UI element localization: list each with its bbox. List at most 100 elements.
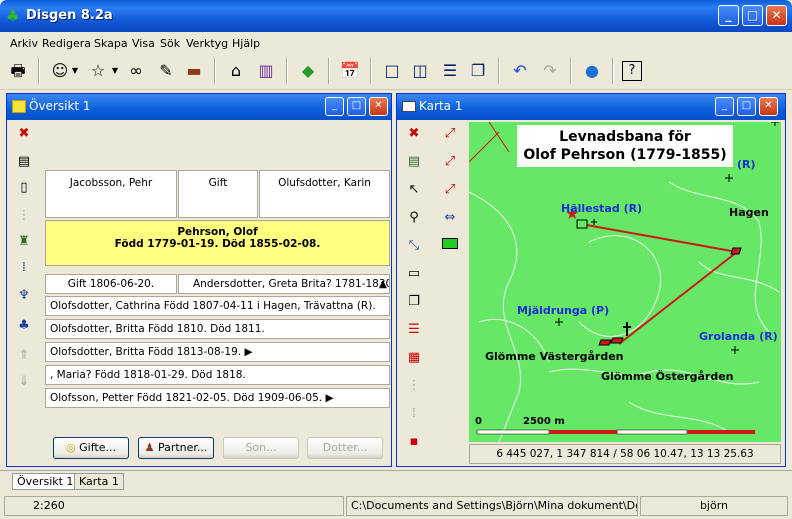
undo-icon[interactable]: ↶ [508,59,532,83]
child-row[interactable]: Olofsson, Petter Född 1821-02-05. Död 19… [45,388,390,408]
place-glomme-vastergarden[interactable]: Glömme Västergården [485,350,623,363]
route-edit-icon[interactable]: ⤢ [439,180,461,200]
overview-close-button[interactable]: ✕ [369,97,388,116]
delete-icon[interactable]: ✖ [13,124,35,144]
scroll-up-icon[interactable]: ▲ [379,275,387,293]
tab-oversikt[interactable]: Översikt 1 [12,473,79,490]
document-icon[interactable]: ▯ [13,178,35,198]
toolbar-separator [328,58,330,84]
toolbar-separator [370,58,372,84]
main-person-cell[interactable]: Pehrson, Olof Född 1779-01-19. Död 1855-… [45,220,390,266]
overview-maximize-button[interactable]: □ [347,97,366,116]
up-disabled-icon: ⇑ [18,348,30,363]
child-row[interactable]: , Maria? Född 1818-01-29. Död 1818. [45,365,390,385]
father-cell[interactable]: Jacobsson, Pehr [45,170,177,218]
red-list-icon[interactable]: ☰ [403,320,425,340]
ruler-icon[interactable]: ▭ [403,264,425,284]
layout-cascade-icon[interactable]: ❐ [466,59,490,83]
app-tree-icon: ♣ [6,7,20,25]
status-bar: 2:260 C:\Documents and Settings\Björn\Mi… [0,494,792,519]
map-minimize-button[interactable]: _ [715,97,734,116]
descendants-icon[interactable]: ♆ [13,286,35,306]
help-icon[interactable]: ? [622,61,642,81]
place-glomme-ostergarden[interactable]: Glömme Östergården [601,370,734,383]
menu-redigera[interactable]: Redigera [42,37,91,50]
pointer-icon[interactable]: ↖ [403,180,425,200]
person-star-icon[interactable]: ☆ [86,59,110,83]
scale-zero: 0 [475,416,482,427]
place-r-partial[interactable]: (R) [737,158,756,171]
gifte-button[interactable]: ◎ Gifte... [53,437,129,459]
route-icon[interactable]: ⤢ [439,124,461,144]
maximize-button[interactable]: □ [742,5,763,26]
map-canvas[interactable]: ★ Levnadsbana för Olof Pehrson (1779-185… [469,122,781,442]
map-heading-line2: Olof Pehrson (1779-1855) [523,147,727,163]
delete-icon[interactable]: ✖ [403,124,425,144]
person-icon[interactable]: ☺ [48,59,72,83]
menu-hjalp[interactable]: Hjälp [232,37,260,50]
child-row[interactable]: Olofsdotter, Britta Född 1810. Död 1811. [45,319,390,339]
map-close-button[interactable]: ✕ [759,97,778,116]
dropdown-arrow-icon[interactable]: ▼ [110,59,120,83]
point-icon[interactable]: ▪ [403,432,425,452]
main-toolbar: 🖶 ☺ ▼ ☆ ▼ ∞ ✎ ▬ ⌂ ▥ ◆ 📅 □ ◫ ☰ ❐ ↶ ↷ ● ? [0,54,792,90]
spouse-cell[interactable]: Andersdotter, Greta Brita? 1781-1830 ▲ [178,274,390,294]
close-button[interactable]: ✕ [766,5,787,26]
child-text: , Maria? Född 1818-01-29. Död 1818. [50,369,246,381]
layout-single-icon[interactable]: □ [380,59,404,83]
life-route [580,223,740,345]
place-grolanda[interactable]: Grolanda (R) [699,330,778,343]
red-grid-icon[interactable]: ▦ [403,348,425,368]
map-icon[interactable]: ◆ [296,59,320,83]
route-add-icon[interactable]: ⤢ [439,152,461,172]
minimize-button[interactable]: _ [718,5,739,26]
marriage-cell[interactable]: Gift 1806-06-20. [45,274,177,294]
family-icon[interactable]: ♜ [13,232,35,252]
layout-vertical-icon[interactable]: ◫ [408,59,432,83]
layout-horizontal-icon[interactable]: ☰ [438,59,462,83]
copy-icon[interactable]: ❐ [403,292,425,312]
zoom-icon[interactable]: ⚲ [403,208,425,228]
edit-document-icon[interactable]: ▤ [13,152,35,172]
couple-icon: ♟ [144,441,155,454]
mother-cell[interactable]: Olufsdotter, Karin [259,170,390,218]
overview-minimize-button[interactable]: _ [325,97,344,116]
binoculars-icon[interactable]: ∞ [124,59,148,83]
book-icon[interactable]: ▬ [182,59,206,83]
father-name: Jacobsson, Pehr [69,177,153,189]
son-button[interactable]: Son... [223,437,299,459]
home-icon[interactable]: ⌂ [224,59,248,83]
green-rect-icon[interactable] [439,236,461,256]
child-row[interactable]: Olofsdotter, Britta Född 1813-08-19. ▶ [45,342,390,362]
calendar-icon[interactable]: 📅 [338,59,362,83]
redo-icon[interactable]: ↷ [538,59,562,83]
menu-verktyg[interactable]: Verktyg [186,37,228,50]
fit-icon[interactable]: ⇔ [439,208,461,228]
map-list-icon[interactable]: ▤ [403,152,425,172]
print-icon[interactable]: 🖶 [6,59,30,83]
books-icon[interactable]: ▥ [254,59,278,83]
list-icon[interactable]: ⁞ [13,258,35,278]
place-hallestad[interactable]: Hällestad (R) [561,202,642,215]
place-hagen[interactable]: Hagen [729,206,769,219]
globe-icon[interactable]: ● [580,59,604,83]
map-maximize-button[interactable]: □ [737,97,756,116]
overview-window: Översikt 1 _ □ ✕ ✖ ▤ ▯ ⋮ ♜ ⁞ ♆ ♣ ⇑ ⇓ Jac… [6,93,392,467]
measure-icon[interactable]: ⤡ [403,236,425,256]
menu-skapa[interactable]: Skapa [94,37,128,50]
dropdown-arrow-icon[interactable]: ▼ [70,59,80,83]
map-heading-line1: Levnadsbana för [559,129,691,145]
tab-karta[interactable]: Karta 1 [74,473,124,490]
child-row[interactable]: Olofsdotter, Cathrina Född 1807-04-11 i … [45,296,390,316]
marriage-date: Gift 1806-06-20. [67,278,155,290]
menu-arkiv[interactable]: Arkiv [10,37,38,50]
edit-note-icon[interactable]: ✎ [154,59,178,83]
map-titlebar: Karta 1 _ □ ✕ [397,94,785,120]
ancestors-icon[interactable]: ♣ [13,316,35,336]
partner-button[interactable]: ♟ Partner... [138,437,214,459]
place-mjaldrunga[interactable]: Mjäldrunga (P) [517,304,609,317]
dotter-button[interactable]: Dotter... [307,437,383,459]
menu-sok[interactable]: Sök [160,37,180,50]
menu-visa[interactable]: Visa [132,37,155,50]
parents-relation-cell: Gift [178,170,258,218]
